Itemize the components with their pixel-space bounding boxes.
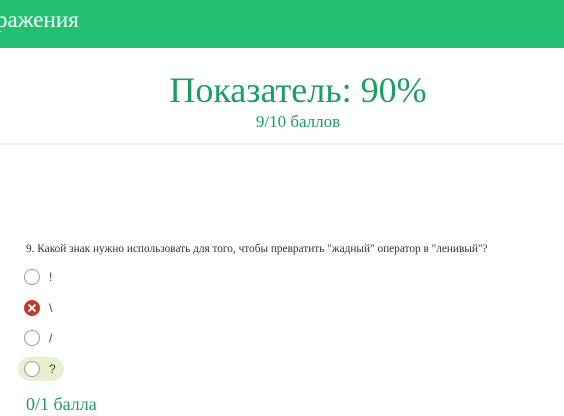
page-header-title: ражения	[0, 7, 79, 32]
answer-option-4-correct[interactable]: ?	[18, 357, 64, 381]
score-title: Показатель: 90%	[169, 70, 427, 110]
score-summary: Показатель: 90% 9/10 баллов	[0, 48, 564, 144]
wrong-answer-icon	[24, 300, 40, 316]
radio-unselected-icon[interactable]	[24, 361, 40, 377]
divider	[0, 143, 564, 145]
answer-option-2[interactable]: \	[18, 296, 52, 320]
answer-option-label: ?	[49, 362, 56, 376]
question-text: 9. Какой знак нужно использовать для тог…	[26, 243, 488, 255]
question-points: 0/1 балла	[26, 394, 97, 414]
answer-option-label: /	[49, 331, 53, 345]
radio-unselected-icon[interactable]	[24, 330, 40, 346]
answer-option-1[interactable]: !	[18, 265, 52, 289]
answer-option-label: \	[49, 301, 53, 315]
answer-option-3[interactable]: /	[18, 326, 52, 350]
answer-option-label: !	[49, 270, 53, 284]
top-bar: ражения	[0, 0, 564, 48]
score-subtitle: 9/10 баллов	[255, 112, 341, 131]
radio-unselected-icon[interactable]	[24, 269, 40, 285]
